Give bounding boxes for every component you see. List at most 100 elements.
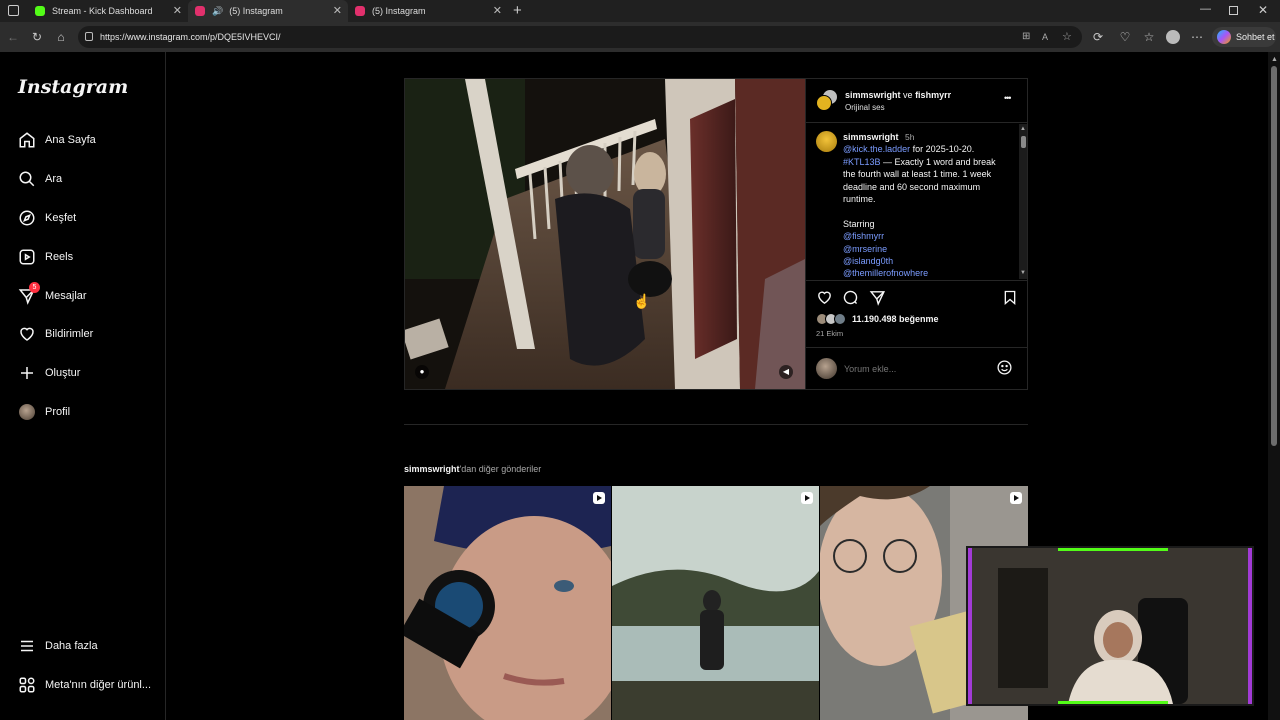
more-options-icon[interactable]: ••• [1004, 93, 1012, 103]
sidebar-item-home[interactable]: Ana Sayfa [18, 128, 96, 152]
instagram-favicon-icon [355, 6, 365, 16]
caption-author[interactable]: simmswright [843, 132, 899, 142]
close-window-icon[interactable]: ✕ [1258, 3, 1268, 17]
more-posts-user-link[interactable]: simmswright [404, 464, 460, 474]
sidebar-item-meta-apps[interactable]: Meta'nın diğer ürünl... [18, 673, 151, 697]
sidebar-item-label: Meta'nın diğer ürünl... [45, 679, 152, 691]
home-icon [18, 131, 36, 149]
favorite-star-icon[interactable]: ☆ [1062, 26, 1072, 48]
starring-link[interactable]: @themillerofnowhere [843, 268, 928, 278]
url-text: https://www.instagram.com/p/DQE5IVHEVCI/ [100, 32, 281, 42]
more-post-thumbnail[interactable] [612, 486, 819, 720]
compass-icon [18, 209, 36, 227]
copilot-label: Sohbet et [1236, 32, 1275, 42]
new-tab-icon[interactable]: + [513, 2, 522, 19]
read-aloud-icon[interactable]: A [1042, 26, 1048, 48]
tab-instagram-audio[interactable]: 🔊 (5) Instagram ✕ [188, 0, 348, 22]
webcam-frame-right [1248, 548, 1252, 704]
emoji-icon[interactable] [996, 359, 1013, 381]
comment-icon[interactable] [842, 289, 859, 311]
caption-avatar[interactable] [816, 131, 837, 152]
likes-count[interactable]: 11.190.498 beğenme [852, 314, 939, 324]
tab-actions-icon[interactable] [8, 5, 19, 16]
favorites-icon[interactable]: ☆ [1140, 28, 1158, 46]
close-tab-icon[interactable]: ✕ [333, 4, 342, 17]
close-tab-icon[interactable]: ✕ [173, 4, 182, 17]
starring-label: Starring [843, 218, 875, 229]
more-posts-suffix: 'dan diğer gönderiler [459, 464, 542, 474]
tab-kick-dashboard[interactable]: Stream - Kick Dashboard ✕ [28, 0, 188, 22]
settings-menu-icon[interactable]: ⋯ [1188, 28, 1206, 46]
save-icon[interactable] [1002, 289, 1018, 311]
plus-icon [18, 364, 36, 382]
hashtag-link[interactable]: #KTL13B [843, 157, 881, 167]
starring-link[interactable]: @islandg0th [843, 256, 893, 266]
comment-bar [806, 347, 1027, 389]
sidebar-item-label: Mesajlar [45, 290, 87, 302]
mouse-cursor-icon: ☝ [633, 293, 651, 309]
sidebar-item-label: Daha fazla [45, 640, 98, 652]
back-icon[interactable]: ← [4, 28, 22, 46]
caption-scrollbar[interactable]: ▲ ▼ [1019, 124, 1027, 279]
sidebar-item-label: Oluştur [45, 367, 81, 379]
sidebar-item-profile[interactable]: Profil [18, 400, 70, 424]
menu-icon [18, 637, 36, 655]
speaker-icon[interactable]: 🔊 [212, 6, 223, 17]
tab-label: Stream - Kick Dashboard [52, 6, 153, 16]
tab-label: (5) Instagram [372, 6, 426, 16]
sidebar-item-create[interactable]: Oluştur [18, 361, 80, 385]
sidebar-item-notifications[interactable]: Bildirimler [18, 322, 93, 346]
post-card: ● ◀ ☝ simmswright ve fishmyrr Orijinal s… [404, 78, 1028, 390]
close-tab-icon[interactable]: ✕ [493, 4, 502, 17]
sidebar-item-more[interactable]: Daha fazla [18, 634, 98, 658]
minimize-icon[interactable]: — [1200, 3, 1211, 15]
instagram-logo[interactable]: Instagram [18, 76, 128, 98]
sidebar-item-label: Keşfet [45, 212, 77, 224]
profile-avatar-icon[interactable] [1166, 30, 1180, 44]
refresh-icon[interactable]: ↻ [28, 28, 46, 46]
caption-area: simmswright 5h @kick.the.ladder for 2025… [806, 124, 1027, 281]
browser-essentials-icon[interactable]: ♡ [1116, 28, 1134, 46]
avatar-icon [18, 403, 36, 421]
like-icon[interactable] [816, 289, 833, 311]
copilot-button[interactable]: Sohbet et [1212, 27, 1276, 47]
sidebar-item-messages[interactable]: 5 Mesajlar [18, 282, 87, 308]
starring-link[interactable]: @fishmyrr [843, 231, 884, 241]
mention-link[interactable]: @kick.the.ladder [843, 144, 910, 154]
starring-link[interactable]: @mrserine [843, 244, 887, 254]
sidebar-item-label: Ara [45, 173, 63, 185]
app-available-icon[interactable]: ⊞ [1022, 26, 1030, 48]
sidebar-item-label: Reels [45, 251, 74, 263]
extensions-icon[interactable]: ⟳ [1089, 28, 1107, 46]
sidebar-item-explore[interactable]: Keşfet [18, 206, 76, 230]
restore-icon[interactable] [1229, 6, 1238, 15]
coauthor-avatars[interactable] [816, 89, 838, 111]
webcam-feed-image [968, 548, 1252, 704]
more-post-thumbnail[interactable] [404, 486, 611, 720]
messenger-icon: 5 [18, 282, 40, 305]
streamer-webcam-overlay [966, 546, 1254, 706]
post-authors: simmswright ve fishmyrr [845, 90, 951, 100]
comment-input[interactable] [844, 361, 984, 377]
address-bar[interactable]: https://www.instagram.com/p/DQE5IVHEVCI/… [78, 26, 1082, 48]
browser-toolbar: ← ↻ ⌂ https://www.instagram.com/p/DQE5IV… [0, 22, 1280, 52]
share-icon[interactable] [869, 289, 886, 311]
sidebar-item-reels[interactable]: Reels [18, 245, 73, 269]
heart-icon [18, 325, 36, 343]
caption-text: simmswright 5h @kick.the.ladder for 2025… [843, 131, 1007, 280]
reels-icon [18, 248, 36, 266]
page-scrollbar[interactable]: ▲ [1268, 52, 1280, 720]
user-tag-icon[interactable]: ● [415, 365, 429, 379]
sidebar-item-label: Profil [45, 406, 71, 418]
author-link[interactable]: simmswright [845, 90, 901, 100]
post-video[interactable]: ● ◀ ☝ [405, 79, 805, 389]
site-info-icon[interactable] [85, 32, 93, 41]
sidebar-item-search[interactable]: Ara [18, 167, 62, 191]
home-icon[interactable]: ⌂ [52, 28, 70, 46]
reel-indicator-icon [593, 492, 605, 504]
audio-link[interactable]: Orijinal ses [845, 103, 885, 112]
liker-avatars[interactable] [816, 313, 852, 327]
coauthor-link[interactable]: fishmyrr [915, 90, 951, 100]
mute-icon[interactable]: ◀ [779, 365, 793, 379]
tab-instagram[interactable]: (5) Instagram ✕ [348, 0, 508, 22]
